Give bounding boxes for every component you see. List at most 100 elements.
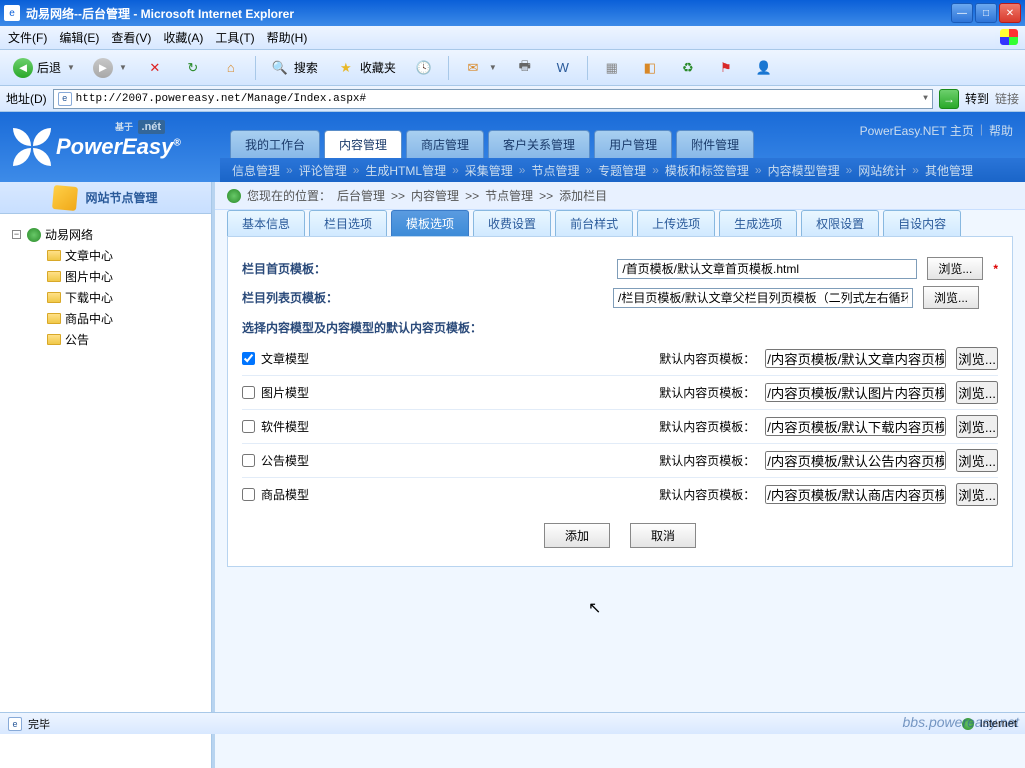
tool3-button[interactable]: ♻	[671, 55, 705, 81]
subnav-item[interactable]: 专题管理	[598, 162, 646, 179]
favorites-button[interactable]: ★收藏夹	[329, 55, 403, 81]
minimize-button[interactable]: —	[951, 3, 973, 23]
model-checkbox[interactable]	[242, 420, 255, 433]
subnav-item[interactable]: 采集管理	[465, 162, 513, 179]
forward-button[interactable]: ►▼	[86, 55, 134, 81]
folder-icon	[47, 313, 61, 324]
top-tab[interactable]: 商店管理	[406, 130, 484, 158]
subnav-item[interactable]: 其他管理	[925, 162, 973, 179]
messenger-button[interactable]: 👤	[747, 55, 781, 81]
content-area: 您现在的位置： 后台管理 >> 内容管理 >> 节点管理 >> 添加栏目 基本信…	[212, 182, 1025, 768]
add-button[interactable]: 添加	[544, 523, 610, 548]
menu-view[interactable]: 查看(V)	[111, 29, 151, 46]
top-tab[interactable]: 客户关系管理	[488, 130, 590, 158]
refresh-button[interactable]: ↻	[176, 55, 210, 81]
content-tab[interactable]: 生成选项	[719, 210, 797, 236]
tool2-button[interactable]: ◧	[633, 55, 667, 81]
subnav-item[interactable]: 模板和标签管理	[665, 162, 749, 179]
back-button[interactable]: ◄后退▼	[6, 55, 82, 81]
tree-item[interactable]: 下载中心	[32, 287, 199, 308]
history-button[interactable]: 🕓	[407, 55, 441, 81]
subnav-item[interactable]: 评论管理	[299, 162, 347, 179]
browse-button[interactable]: 浏览...	[923, 286, 979, 309]
content-tab[interactable]: 上传选项	[637, 210, 715, 236]
breadcrumb-part[interactable]: 后台管理	[337, 187, 385, 204]
mail-button[interactable]: ✉▼	[456, 55, 504, 81]
links-label[interactable]: 链接	[995, 90, 1019, 107]
col-home-input[interactable]	[617, 259, 917, 279]
browser-toolbar: ◄后退▼ ►▼ ✕ ↻ ⌂ 🔍搜索 ★收藏夹 🕓 ✉▼ 🖶 W ▦ ◧ ♻ ⚑ …	[0, 50, 1025, 86]
go-button[interactable]: →	[939, 89, 959, 109]
tool4-button[interactable]: ⚑	[709, 55, 743, 81]
menu-tools[interactable]: 工具(T)	[215, 29, 254, 46]
model-checkbox[interactable]	[242, 386, 255, 399]
model-template-input[interactable]	[765, 349, 946, 368]
content-tab[interactable]: 收费设置	[473, 210, 551, 236]
browse-button[interactable]: 浏览...	[956, 449, 998, 472]
help-link[interactable]: 帮助	[989, 122, 1013, 139]
model-template-input[interactable]	[765, 485, 946, 504]
top-tab[interactable]: 用户管理	[594, 130, 672, 158]
model-template-input[interactable]	[765, 451, 946, 470]
menu-file[interactable]: 文件(F)	[8, 29, 47, 46]
content-tab[interactable]: 基本信息	[227, 210, 305, 236]
browse-button[interactable]: 浏览...	[956, 415, 998, 438]
subnav-item[interactable]: 节点管理	[531, 162, 579, 179]
url-input[interactable]: e http://2007.powereasy.net/Manage/Index…	[53, 89, 933, 109]
tree-item[interactable]: 商品中心	[32, 308, 199, 329]
browse-button[interactable]: 浏览...	[956, 483, 998, 506]
search-button[interactable]: 🔍搜索	[263, 55, 325, 81]
menu-favorites[interactable]: 收藏(A)	[163, 29, 203, 46]
tree-item[interactable]: 文章中心	[32, 245, 199, 266]
close-button[interactable]: ✕	[999, 3, 1021, 23]
content-tab[interactable]: 模板选项	[391, 210, 469, 236]
browse-button[interactable]: 浏览...	[956, 347, 998, 370]
model-checkbox[interactable]	[242, 488, 255, 501]
menu-bar: 文件(F) 编辑(E) 查看(V) 收藏(A) 工具(T) 帮助(H)	[0, 26, 1025, 50]
subnav-item[interactable]: 内容模型管理	[768, 162, 840, 179]
browse-button[interactable]: 浏览...	[927, 257, 983, 280]
content-tab[interactable]: 权限设置	[801, 210, 879, 236]
tree-item[interactable]: 图片中心	[32, 266, 199, 287]
home-link[interactable]: PowerEasy.NET 主页	[860, 122, 974, 139]
model-template-input[interactable]	[765, 417, 946, 436]
tree-root[interactable]: − 动易网络	[12, 224, 199, 245]
breadcrumb-part[interactable]: 节点管理	[485, 187, 533, 204]
maximize-button[interactable]: □	[975, 3, 997, 23]
col-home-label: 栏目首页模板：	[242, 260, 362, 277]
model-checkbox-label[interactable]: 软件模型	[242, 418, 462, 435]
content-tab[interactable]: 栏目选项	[309, 210, 387, 236]
form-panel: 栏目首页模板： 浏览... * 栏目列表页模板： 浏览... 选择内容模型及内容…	[227, 236, 1013, 567]
tree-item[interactable]: 公告	[32, 329, 199, 350]
menu-edit[interactable]: 编辑(E)	[59, 29, 99, 46]
subnav-item[interactable]: 信息管理	[232, 162, 280, 179]
cancel-button[interactable]: 取消	[630, 523, 696, 548]
model-template-input[interactable]	[765, 383, 946, 402]
model-checkbox-label[interactable]: 公告模型	[242, 452, 462, 469]
model-checkbox-label[interactable]: 图片模型	[242, 384, 462, 401]
top-tab[interactable]: 附件管理	[676, 130, 754, 158]
model-row: 软件模型默认内容页模板：浏览...	[242, 410, 998, 444]
subnav-item[interactable]: 网站统计	[858, 162, 906, 179]
window-titlebar: e 动易网络--后台管理 - Microsoft Internet Explor…	[0, 0, 1025, 26]
stop-button[interactable]: ✕	[138, 55, 172, 81]
model-checkbox-label[interactable]: 文章模型	[242, 350, 462, 367]
tool1-button[interactable]: ▦	[595, 55, 629, 81]
edit-button[interactable]: W	[546, 55, 580, 81]
tree: − 动易网络 文章中心图片中心下载中心商品中心公告	[0, 214, 211, 768]
browse-button[interactable]: 浏览...	[956, 381, 998, 404]
breadcrumb-part[interactable]: 内容管理	[411, 187, 459, 204]
model-checkbox[interactable]	[242, 352, 255, 365]
top-tab[interactable]: 我的工作台	[230, 130, 320, 158]
col-list-input[interactable]	[613, 288, 913, 308]
model-checkbox-label[interactable]: 商品模型	[242, 486, 462, 503]
content-tab[interactable]: 前台样式	[555, 210, 633, 236]
home-button[interactable]: ⌂	[214, 55, 248, 81]
model-checkbox[interactable]	[242, 454, 255, 467]
print-button[interactable]: 🖶	[508, 55, 542, 81]
menu-help[interactable]: 帮助(H)	[267, 29, 308, 46]
address-label: 地址(D)	[6, 90, 47, 107]
top-tab[interactable]: 内容管理	[324, 130, 402, 158]
subnav-item[interactable]: 生成HTML管理	[365, 162, 446, 179]
content-tab[interactable]: 自设内容	[883, 210, 961, 236]
